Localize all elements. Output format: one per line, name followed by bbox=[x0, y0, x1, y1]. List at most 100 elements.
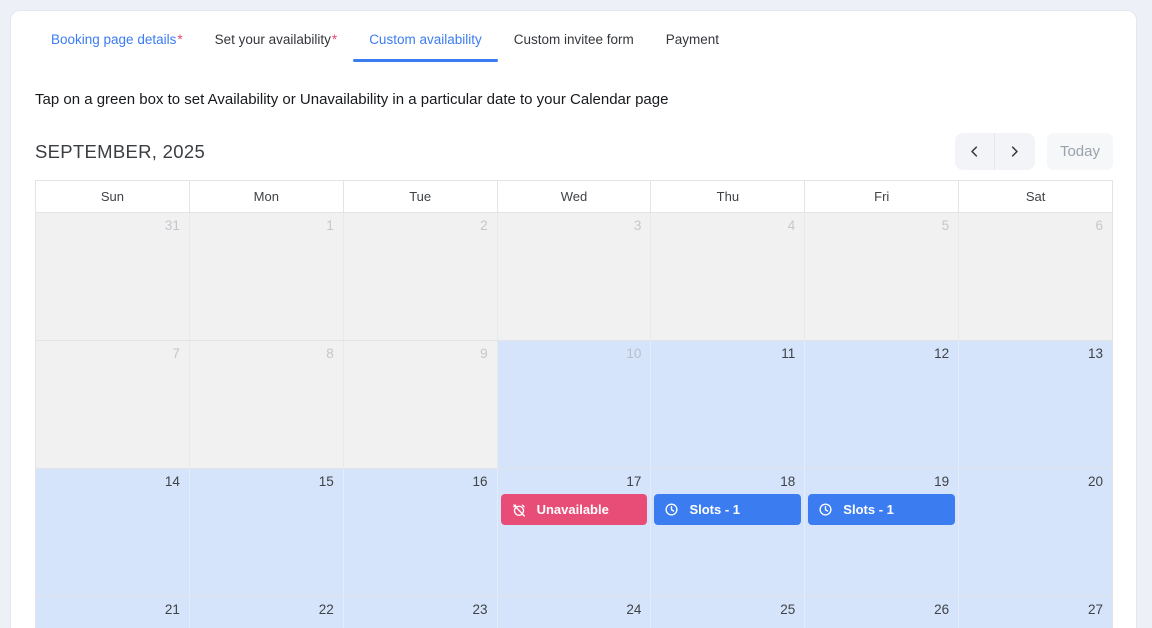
tab-custom-invitee-form[interactable]: Custom invitee form bbox=[498, 23, 650, 62]
day-cell-24[interactable]: 24 bbox=[498, 597, 652, 628]
tab-custom-availability[interactable]: Custom availability bbox=[353, 23, 498, 62]
date-number: 26 bbox=[805, 597, 958, 617]
chevron-right-icon bbox=[1007, 144, 1022, 159]
calendar-week-row: 21222324252627 bbox=[36, 596, 1112, 628]
clock-icon bbox=[818, 502, 833, 517]
day-cell-9: 9 bbox=[344, 341, 498, 468]
calendar-week-row: 14151617 Unavailable 18Slots - 119Slots - … bbox=[36, 468, 1112, 596]
booking-settings-panel: Booking page details*Set your availabili… bbox=[10, 10, 1137, 628]
date-number: 16 bbox=[344, 469, 497, 489]
event-badge-slots[interactable]: Slots - 1 bbox=[654, 494, 801, 525]
calendar-grid: 311234567891011121314151617Unavailable18… bbox=[36, 212, 1112, 628]
day-cell-17[interactable]: 17 Unavailable bbox=[498, 469, 652, 596]
date-number: 5 bbox=[805, 213, 958, 233]
prev-month-button[interactable] bbox=[955, 133, 995, 170]
calendar-day-headers: SunMonTueWedThuFriSat bbox=[36, 181, 1112, 212]
day-cell-20[interactable]: 20 bbox=[959, 469, 1112, 596]
day-cell-27[interactable]: 27 bbox=[959, 597, 1112, 628]
calendar-week-row: 78910111213 bbox=[36, 340, 1112, 468]
day-cell-6: 6 bbox=[959, 213, 1112, 340]
day-header-sat: Sat bbox=[959, 181, 1112, 212]
day-cell-18[interactable]: 18Slots - 1 bbox=[651, 469, 805, 596]
date-number: 14 bbox=[36, 469, 189, 489]
date-number: 1 bbox=[190, 213, 343, 233]
date-number: 6 bbox=[959, 213, 1112, 233]
month-nav-group bbox=[955, 133, 1035, 170]
date-number: 15 bbox=[190, 469, 343, 489]
day-cell-8: 8 bbox=[190, 341, 344, 468]
instruction-text: Tap on a green box to set Availability o… bbox=[35, 91, 1112, 108]
day-header-fri: Fri bbox=[805, 181, 959, 212]
date-number: 20 bbox=[959, 469, 1112, 489]
day-cell-23[interactable]: 23 bbox=[344, 597, 498, 628]
day-cell-26[interactable]: 26 bbox=[805, 597, 959, 628]
next-month-button[interactable] bbox=[995, 133, 1035, 170]
tab-label: Booking page details bbox=[51, 32, 176, 47]
date-number: 8 bbox=[190, 341, 343, 361]
day-cell-16[interactable]: 16 bbox=[344, 469, 498, 596]
day-cell-11[interactable]: 11 bbox=[651, 341, 805, 468]
day-header-wed: Wed bbox=[498, 181, 652, 212]
event-label: Slots - 1 bbox=[843, 502, 894, 517]
tab-label: Payment bbox=[666, 32, 719, 47]
date-number: 4 bbox=[651, 213, 804, 233]
clock-icon bbox=[664, 502, 679, 517]
date-number: 7 bbox=[36, 341, 189, 361]
tab-label: Custom invitee form bbox=[514, 32, 634, 47]
day-cell-21[interactable]: 21 bbox=[36, 597, 190, 628]
day-cell-14[interactable]: 14 bbox=[36, 469, 190, 596]
alarm-off-icon bbox=[511, 502, 527, 518]
day-cell-4: 4 bbox=[651, 213, 805, 340]
day-cell-25[interactable]: 25 bbox=[651, 597, 805, 628]
date-number: 22 bbox=[190, 597, 343, 617]
date-number: 12 bbox=[805, 341, 958, 361]
day-cell-10[interactable]: 10 bbox=[498, 341, 652, 468]
day-cell-3: 3 bbox=[498, 213, 652, 340]
day-cell-7: 7 bbox=[36, 341, 190, 468]
day-cell-1: 1 bbox=[190, 213, 344, 340]
calendar-nav: Today bbox=[955, 133, 1113, 170]
event-label: Slots - 1 bbox=[689, 502, 740, 517]
date-number: 25 bbox=[651, 597, 804, 617]
date-number: 10 bbox=[498, 341, 651, 361]
date-number: 27 bbox=[959, 597, 1112, 617]
calendar: SunMonTueWedThuFriSat 311234567891011121… bbox=[35, 180, 1113, 628]
event-badge-slots[interactable]: Slots - 1 bbox=[808, 494, 955, 525]
tabs-bar: Booking page details*Set your availabili… bbox=[11, 11, 1136, 62]
date-number: 17 bbox=[498, 469, 651, 489]
required-asterisk: * bbox=[332, 32, 337, 47]
day-header-thu: Thu bbox=[651, 181, 805, 212]
date-number: 31 bbox=[36, 213, 189, 233]
tab-booking-page-details[interactable]: Booking page details* bbox=[35, 23, 199, 62]
day-cell-15[interactable]: 15 bbox=[190, 469, 344, 596]
day-header-mon: Mon bbox=[190, 181, 344, 212]
date-number: 21 bbox=[36, 597, 189, 617]
date-number: 13 bbox=[959, 341, 1112, 361]
tab-set-your-availability[interactable]: Set your availability* bbox=[199, 23, 354, 62]
day-header-tue: Tue bbox=[344, 181, 498, 212]
tab-payment[interactable]: Payment bbox=[650, 23, 735, 62]
tab-label: Custom availability bbox=[369, 32, 482, 47]
day-cell-5: 5 bbox=[805, 213, 959, 340]
day-cell-13[interactable]: 13 bbox=[959, 341, 1112, 468]
date-number: 23 bbox=[344, 597, 497, 617]
event-badge-unavailable[interactable]: Unavailable bbox=[501, 494, 648, 525]
month-label: SEPTEMBER, 2025 bbox=[35, 141, 205, 163]
day-cell-19[interactable]: 19Slots - 1 bbox=[805, 469, 959, 596]
today-button[interactable]: Today bbox=[1047, 133, 1113, 170]
date-number: 24 bbox=[498, 597, 651, 617]
chevron-left-icon bbox=[967, 144, 982, 159]
day-cell-12[interactable]: 12 bbox=[805, 341, 959, 468]
date-number: 9 bbox=[344, 341, 497, 361]
required-asterisk: * bbox=[177, 32, 182, 47]
calendar-toolbar: SEPTEMBER, 2025 Today bbox=[35, 133, 1113, 170]
tab-label: Set your availability bbox=[215, 32, 331, 47]
calendar-week-row: 31123456 bbox=[36, 212, 1112, 340]
day-cell-22[interactable]: 22 bbox=[190, 597, 344, 628]
event-label: Unavailable bbox=[537, 502, 609, 517]
day-header-sun: Sun bbox=[36, 181, 190, 212]
date-number: 2 bbox=[344, 213, 497, 233]
day-cell-31: 31 bbox=[36, 213, 190, 340]
day-cell-2: 2 bbox=[344, 213, 498, 340]
date-number: 3 bbox=[498, 213, 651, 233]
